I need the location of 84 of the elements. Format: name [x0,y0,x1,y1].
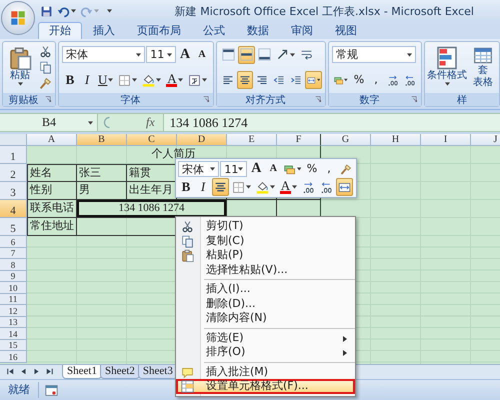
bold-button[interactable]: B [62,71,78,90]
name-box[interactable]: B4 [0,114,98,131]
group-label: 剪贴板 [8,94,40,106]
context-menu-item[interactable]: 剪切(T) [176,219,355,234]
conditional-format-button[interactable]: 条件格式 [425,44,469,91]
table-cell: 姓名 [27,164,77,182]
row-header[interactable]: 8 [0,259,27,270]
paste-button[interactable]: 粘贴 [5,44,35,91]
context-menu-item[interactable]: 粘贴(P) [176,248,355,262]
column-header[interactable]: A [27,134,77,146]
ribbon-tab[interactable]: 插入 [82,22,126,39]
number-format-field[interactable]: 常规 [332,46,416,63]
table-cell: 134 1086 1274 [77,200,227,218]
status-text: 就绪 [0,382,39,398]
table-cell: 联系电话 [27,200,77,218]
row-header[interactable]: 2 [0,164,27,182]
column-header[interactable]: E [227,134,277,146]
context-menu-item[interactable]: 删除(D)... [176,296,355,311]
shrink-font-button[interactable]: A [194,46,210,64]
row-header[interactable]: 4 [0,200,27,218]
ribbon-tab[interactable]: 视图 [324,22,368,39]
context-menu-item[interactable]: 排序(O) [176,345,355,360]
column-header[interactable]: I [421,134,471,146]
row-header[interactable]: 3 [0,182,27,200]
font-name-field[interactable]: 宋体 [62,46,146,64]
table-cell: 张三 [77,164,127,182]
underline-button[interactable]: U [96,71,116,90]
row-header[interactable]: 16 [0,351,27,362]
context-menu-item[interactable]: 选择性粘贴(V)... [176,262,355,277]
bold-button[interactable]: B [178,178,194,196]
group-label: 数字 [358,94,380,106]
context-menu-item[interactable]: 清除内容(N) [176,311,355,326]
row-header[interactable]: 10 [0,282,27,294]
ribbon-tab[interactable]: 审阅 [280,22,324,39]
column-header[interactable]: C [127,134,177,146]
context-menu-item[interactable]: 筛选(E) [176,330,355,345]
row-header[interactable]: 13 [0,316,27,328]
column-header[interactable]: H [371,134,421,146]
table-cell: 男 [77,182,127,200]
row-header[interactable]: 9 [0,270,27,282]
font-color-button[interactable]: A [164,71,186,90]
font-size-field[interactable]: 11 [220,161,248,177]
row-header[interactable]: 11 [0,294,27,305]
table-cell: 性别 [27,182,77,200]
ribbon-tab[interactable]: 开始 [38,22,82,39]
sheet-tab[interactable]: Sheet3 [138,365,178,379]
font-name-field[interactable]: 宋体 [178,161,220,177]
row-header[interactable]: 12 [0,305,27,316]
number-style-button[interactable]: , [321,160,337,178]
number-style-button[interactable]: , [368,71,384,89]
window-title: 新建 Microsoft Office Excel 工作表.xlsx - Microsoft Excel [174,4,475,18]
format-as-table-button[interactable]: 套 表格 [469,44,497,91]
row-header[interactable]: 5 [0,218,27,236]
function-label[interactable]: fx [116,115,163,130]
row-header[interactable]: 14 [0,328,27,340]
italic-button[interactable]: I [195,178,211,196]
column-header[interactable]: J [471,134,500,146]
group-label: 字体 [120,94,142,106]
group-label: 样 [456,94,468,106]
font-color-button[interactable]: A [278,178,299,196]
ribbon-tab[interactable]: 数据 [236,22,280,39]
ribbon-tab[interactable]: 公式 [192,22,236,39]
row-header[interactable]: 6 [0,236,27,248]
sheet-tab[interactable]: Sheet2 [100,365,140,379]
context-menu-item[interactable]: 插入批注(M) [176,364,355,379]
ribbon-tab[interactable]: 页面布局 [126,22,192,39]
sheet-tab[interactable]: Sheet1 [62,365,102,379]
context-menu-item[interactable]: 插入(I)... [176,282,355,296]
column-header[interactable]: G [321,134,371,146]
number-style-button[interactable]: % [351,71,367,89]
row-header[interactable]: 1 [0,146,27,164]
table-cell: 常住地址 [27,218,77,236]
context-menu-item[interactable]: 复制(C) [176,234,355,248]
group-label: 对齐方式 [244,94,286,106]
formula-field[interactable]: 134 1086 1274 [162,114,500,131]
column-header[interactable]: F [277,134,321,146]
column-header[interactable]: D [177,134,227,146]
row-header[interactable]: 15 [0,340,27,351]
column-header[interactable]: B [77,134,127,146]
font-size-field[interactable]: 11 [146,46,176,64]
row-header[interactable]: 7 [0,248,27,259]
italic-button[interactable]: I [79,71,95,90]
context-menu-item[interactable]: 设置单元格格式(F)... [176,379,355,394]
grow-font-button[interactable]: A [177,46,193,64]
